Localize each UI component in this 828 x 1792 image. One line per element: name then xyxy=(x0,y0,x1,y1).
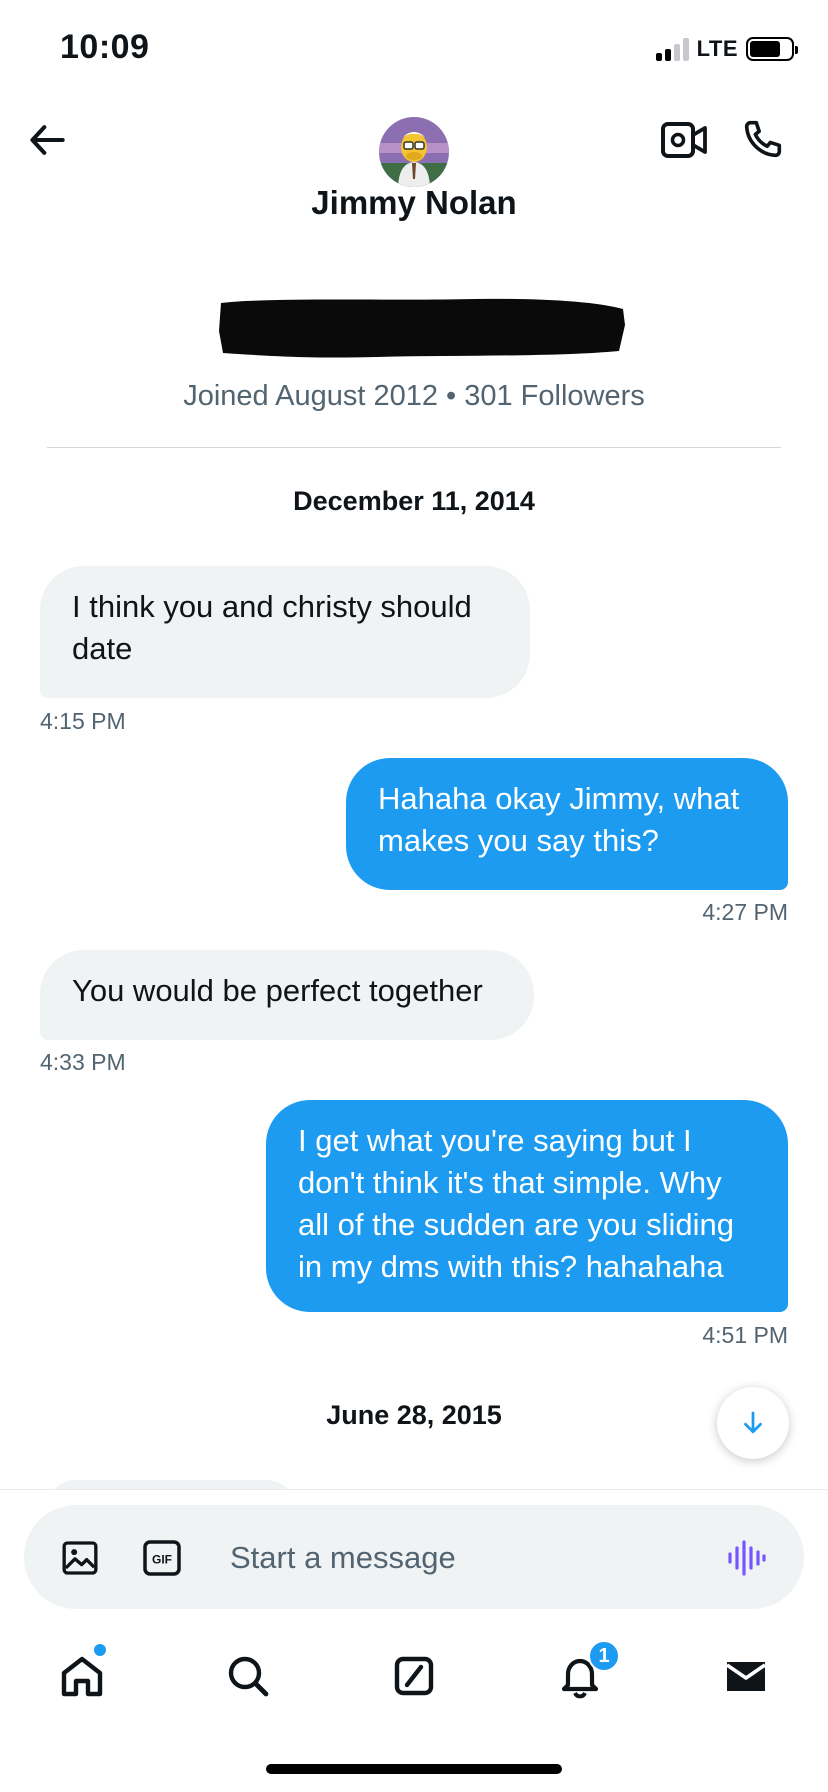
back-arrow-icon xyxy=(30,125,65,155)
scroll-to-bottom-button[interactable] xyxy=(717,1387,789,1459)
tab-compose[interactable] xyxy=(390,1652,438,1700)
message-input[interactable] xyxy=(230,1536,710,1580)
message-timestamp: 4:51 PM xyxy=(702,1322,788,1348)
message-timestamp: 4:15 PM xyxy=(40,708,126,734)
arrow-down-icon xyxy=(744,1411,762,1434)
profile-join-followers: Joined August 2012 • 301 Followers xyxy=(183,380,645,412)
voice-call-button[interactable] xyxy=(740,116,786,162)
gif-label: GIF xyxy=(152,1553,172,1567)
message-timestamp: 4:33 PM xyxy=(40,1049,126,1075)
message-bubble-incoming[interactable]: You would be perfect together xyxy=(40,950,534,1040)
network-label: LTE xyxy=(696,36,738,61)
envelope-icon xyxy=(725,1662,767,1691)
video-call-button[interactable] xyxy=(660,118,708,162)
home-unread-dot xyxy=(94,1644,106,1656)
message-bubble-outgoing[interactable]: Hahaha okay Jimmy, what makes you say th… xyxy=(346,758,788,890)
status-indicators: LTE xyxy=(655,34,798,64)
add-gif-button[interactable]: GIF xyxy=(143,1540,181,1576)
date-separator: December 11, 2014 xyxy=(293,486,535,516)
contact-avatar[interactable] xyxy=(379,117,449,187)
gif-icon: GIF xyxy=(143,1540,181,1576)
profile-divider xyxy=(47,447,781,448)
home-indicator xyxy=(266,1764,562,1774)
video-camera-icon xyxy=(661,122,707,158)
voice-waveform-icon xyxy=(728,1540,766,1576)
contact-name[interactable]: Jimmy Nolan xyxy=(0,184,828,222)
search-icon xyxy=(228,1656,269,1697)
battery-icon xyxy=(746,37,798,61)
redacted-bio xyxy=(219,298,625,358)
notifications-badge: 1 xyxy=(588,1640,620,1672)
add-photo-button[interactable] xyxy=(60,1538,100,1578)
message-timestamp: 4:27 PM xyxy=(702,899,788,925)
status-time: 10:09 xyxy=(60,28,150,66)
compose-icon xyxy=(394,1656,434,1696)
back-button[interactable] xyxy=(26,118,70,162)
date-separator: June 28, 2015 xyxy=(326,1400,502,1430)
phone-icon xyxy=(744,120,782,158)
tab-home[interactable] xyxy=(58,1652,106,1700)
home-icon xyxy=(61,1656,103,1697)
message-bubble-incoming[interactable]: I think you and christy should date xyxy=(40,566,530,698)
tab-messages[interactable] xyxy=(722,1652,770,1700)
voice-message-button[interactable] xyxy=(726,1538,766,1578)
signal-strength-icon xyxy=(655,37,689,61)
message-bubble-outgoing[interactable]: I get what you're saying but I don't thi… xyxy=(266,1100,788,1312)
tab-search[interactable] xyxy=(224,1652,272,1700)
image-icon xyxy=(62,1541,98,1575)
